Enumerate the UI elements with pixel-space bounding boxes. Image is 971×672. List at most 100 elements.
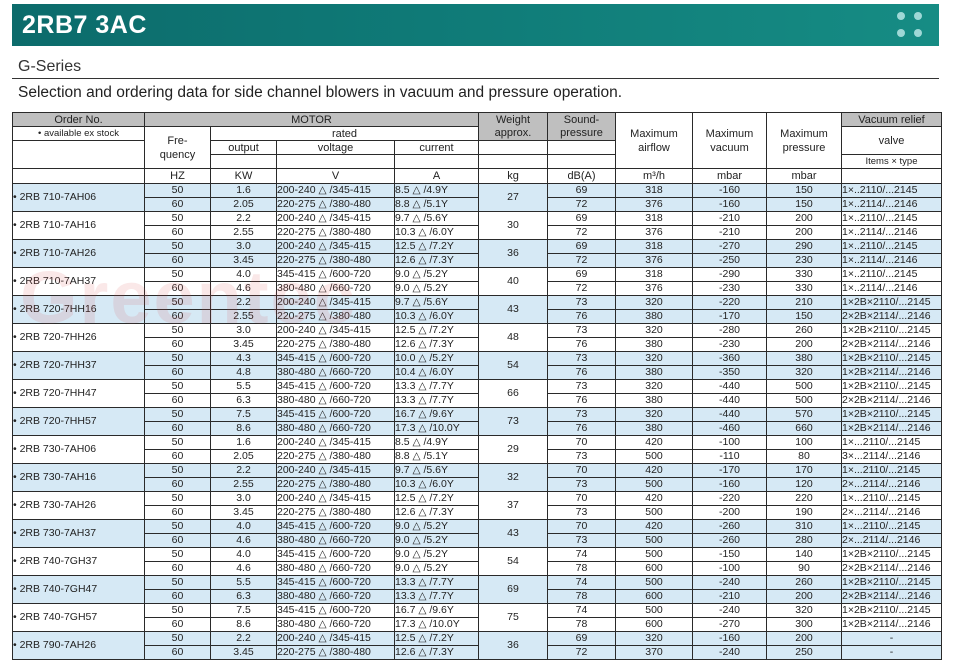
weight-cell: 30 bbox=[478, 211, 548, 240]
header-vacuum: Maximum vacuum bbox=[692, 112, 767, 169]
current-cell: 10.0 △ /5.2Y bbox=[394, 351, 479, 366]
airflow-cell: 376 bbox=[615, 197, 693, 212]
model-cell: • 2RB 710-7AH37 bbox=[12, 267, 145, 296]
model-cell: • 2RB 720-7HH37 bbox=[12, 351, 145, 380]
sound-cell: 73 bbox=[547, 323, 616, 338]
valve-cell: 1×..2114/...2146 bbox=[841, 197, 942, 212]
header-vacuum-relief: Vacuum relief bbox=[841, 112, 942, 127]
voltage-cell: 345-415 △ /600-720 bbox=[276, 379, 395, 394]
table-row: • 2RB 710-7AH16 50 2.2 200-240 △ /345-415 9.… bbox=[12, 211, 942, 240]
voltage-cell: 380-480 △ /660-720 bbox=[276, 393, 395, 408]
voltage-cell: 380-480 △ /660-720 bbox=[276, 617, 395, 632]
pressure-cell: 570 bbox=[766, 407, 842, 422]
vacuum-cell: -230 bbox=[692, 337, 767, 352]
output-cell: 2.2 bbox=[210, 295, 277, 310]
output-cell: 5.5 bbox=[210, 379, 277, 394]
pressure-cell: 190 bbox=[766, 505, 842, 520]
current-cell: 9.0 △ /5.2Y bbox=[394, 547, 479, 562]
frequency-cell: 50 bbox=[144, 575, 211, 590]
airflow-cell: 380 bbox=[615, 393, 693, 408]
vacuum-cell: -160 bbox=[692, 183, 767, 198]
pressure-cell: 150 bbox=[766, 183, 842, 198]
pressure-cell: 500 bbox=[766, 393, 842, 408]
table-row: • 2RB 710-7AH06 50 1.6 200-240 △ /345-415 8.… bbox=[12, 183, 942, 212]
vacuum-cell: -260 bbox=[692, 519, 767, 534]
unit-kg: kg bbox=[478, 168, 548, 184]
voltage-cell: 380-480 △ /660-720 bbox=[276, 589, 395, 604]
banner-title: 2RB7 3AC bbox=[22, 10, 147, 39]
sound-cell: 69 bbox=[547, 211, 616, 226]
pressure-cell: 500 bbox=[766, 379, 842, 394]
frequency-cell: 50 bbox=[144, 631, 211, 646]
output-cell: 3.45 bbox=[210, 505, 277, 520]
pressure-cell: 230 bbox=[766, 253, 842, 268]
airflow-cell: 376 bbox=[615, 281, 693, 296]
title-banner: 2RB7 3AC bbox=[12, 4, 939, 46]
header-valve: valve bbox=[841, 126, 942, 155]
voltage-cell: 345-415 △ /600-720 bbox=[276, 575, 395, 590]
pressure-cell: 330 bbox=[766, 267, 842, 282]
frequency-cell: 50 bbox=[144, 547, 211, 562]
vacuum-cell: -150 bbox=[692, 547, 767, 562]
sound-cell: 73 bbox=[547, 379, 616, 394]
valve-cell: 1×...2110/...2145 bbox=[841, 435, 942, 450]
model-cell: • 2RB 740-7GH47 bbox=[12, 575, 145, 604]
header-frequency: Fre- quency bbox=[144, 126, 211, 169]
airflow-cell: 500 bbox=[615, 547, 693, 562]
voltage-cell: 345-415 △ /600-720 bbox=[276, 267, 395, 282]
output-cell: 8.6 bbox=[210, 421, 277, 436]
voltage-cell: 345-415 △ /600-720 bbox=[276, 603, 395, 618]
voltage-cell: 220-275 △ /380-480 bbox=[276, 253, 395, 268]
sound-cell: 72 bbox=[547, 645, 616, 660]
airflow-cell: 376 bbox=[615, 225, 693, 240]
output-cell: 3.45 bbox=[210, 645, 277, 660]
weight-cell: 54 bbox=[478, 547, 548, 576]
frequency-cell: 60 bbox=[144, 393, 211, 408]
frequency-cell: 50 bbox=[144, 519, 211, 534]
vacuum-cell: -280 bbox=[692, 323, 767, 338]
sound-cell: 73 bbox=[547, 505, 616, 520]
table-row: • 2RB 710-7AH26 50 3.0 200-240 △ /345-415 12… bbox=[12, 239, 942, 268]
frequency-cell: 60 bbox=[144, 645, 211, 660]
airflow-cell: 380 bbox=[615, 365, 693, 380]
pressure-cell: 300 bbox=[766, 617, 842, 632]
pressure-cell: 100 bbox=[766, 435, 842, 450]
vacuum-cell: -210 bbox=[692, 211, 767, 226]
current-cell: 17.3 △ /10.0Y bbox=[394, 421, 479, 436]
valve-cell: 3×...2114/...2146 bbox=[841, 449, 942, 464]
vacuum-cell: -360 bbox=[692, 351, 767, 366]
valve-cell: 1×2B×2110/...2145 bbox=[841, 295, 942, 310]
frequency-cell: 60 bbox=[144, 589, 211, 604]
pressure-cell: 170 bbox=[766, 463, 842, 478]
header-items-type: Items × type bbox=[841, 154, 942, 169]
vacuum-cell: -250 bbox=[692, 253, 767, 268]
table-row: • 2RB 710-7AH37 50 4.0 345-415 △ /600-720 9.… bbox=[12, 267, 942, 296]
voltage-cell: 220-275 △ /380-480 bbox=[276, 337, 395, 352]
vacuum-cell: -160 bbox=[692, 631, 767, 646]
valve-cell: 2×2B×2114/...2146 bbox=[841, 309, 942, 324]
sound-cell: 74 bbox=[547, 575, 616, 590]
model-cell: • 2RB 720-7HH57 bbox=[12, 407, 145, 436]
valve-cell: 1×2B×2110/...2145 bbox=[841, 407, 942, 422]
pressure-cell: 260 bbox=[766, 323, 842, 338]
model-cell: • 2RB 740-7GH57 bbox=[12, 603, 145, 632]
table-row: 60 8.6 380-480 △ /660-720 17.3 △ /10.0Y 78 60… bbox=[13, 617, 942, 632]
output-cell: 2.05 bbox=[210, 197, 277, 212]
vacuum-cell: -200 bbox=[692, 505, 767, 520]
weight-cell: 66 bbox=[478, 379, 548, 408]
valve-cell: 1×2B×2110/...2145 bbox=[841, 603, 942, 618]
voltage-cell: 200-240 △ /345-415 bbox=[276, 211, 395, 226]
output-cell: 7.5 bbox=[210, 603, 277, 618]
airflow-cell: 318 bbox=[615, 211, 693, 226]
unit-mbar-vac: mbar bbox=[692, 168, 767, 184]
current-cell: 8.5 △ /4.9Y bbox=[394, 435, 479, 450]
current-cell: 12.6 △ /7.3Y bbox=[394, 253, 479, 268]
vacuum-cell: -240 bbox=[692, 575, 767, 590]
unit-a: A bbox=[394, 168, 479, 184]
output-cell: 4.0 bbox=[210, 267, 277, 282]
sound-cell: 76 bbox=[547, 365, 616, 380]
table-row: • 2RB 720-7HH57 50 7.5 345-415 △ /600-720 16… bbox=[12, 407, 942, 436]
divider bbox=[12, 78, 939, 79]
airflow-cell: 500 bbox=[615, 449, 693, 464]
weight-cell: 29 bbox=[478, 435, 548, 464]
